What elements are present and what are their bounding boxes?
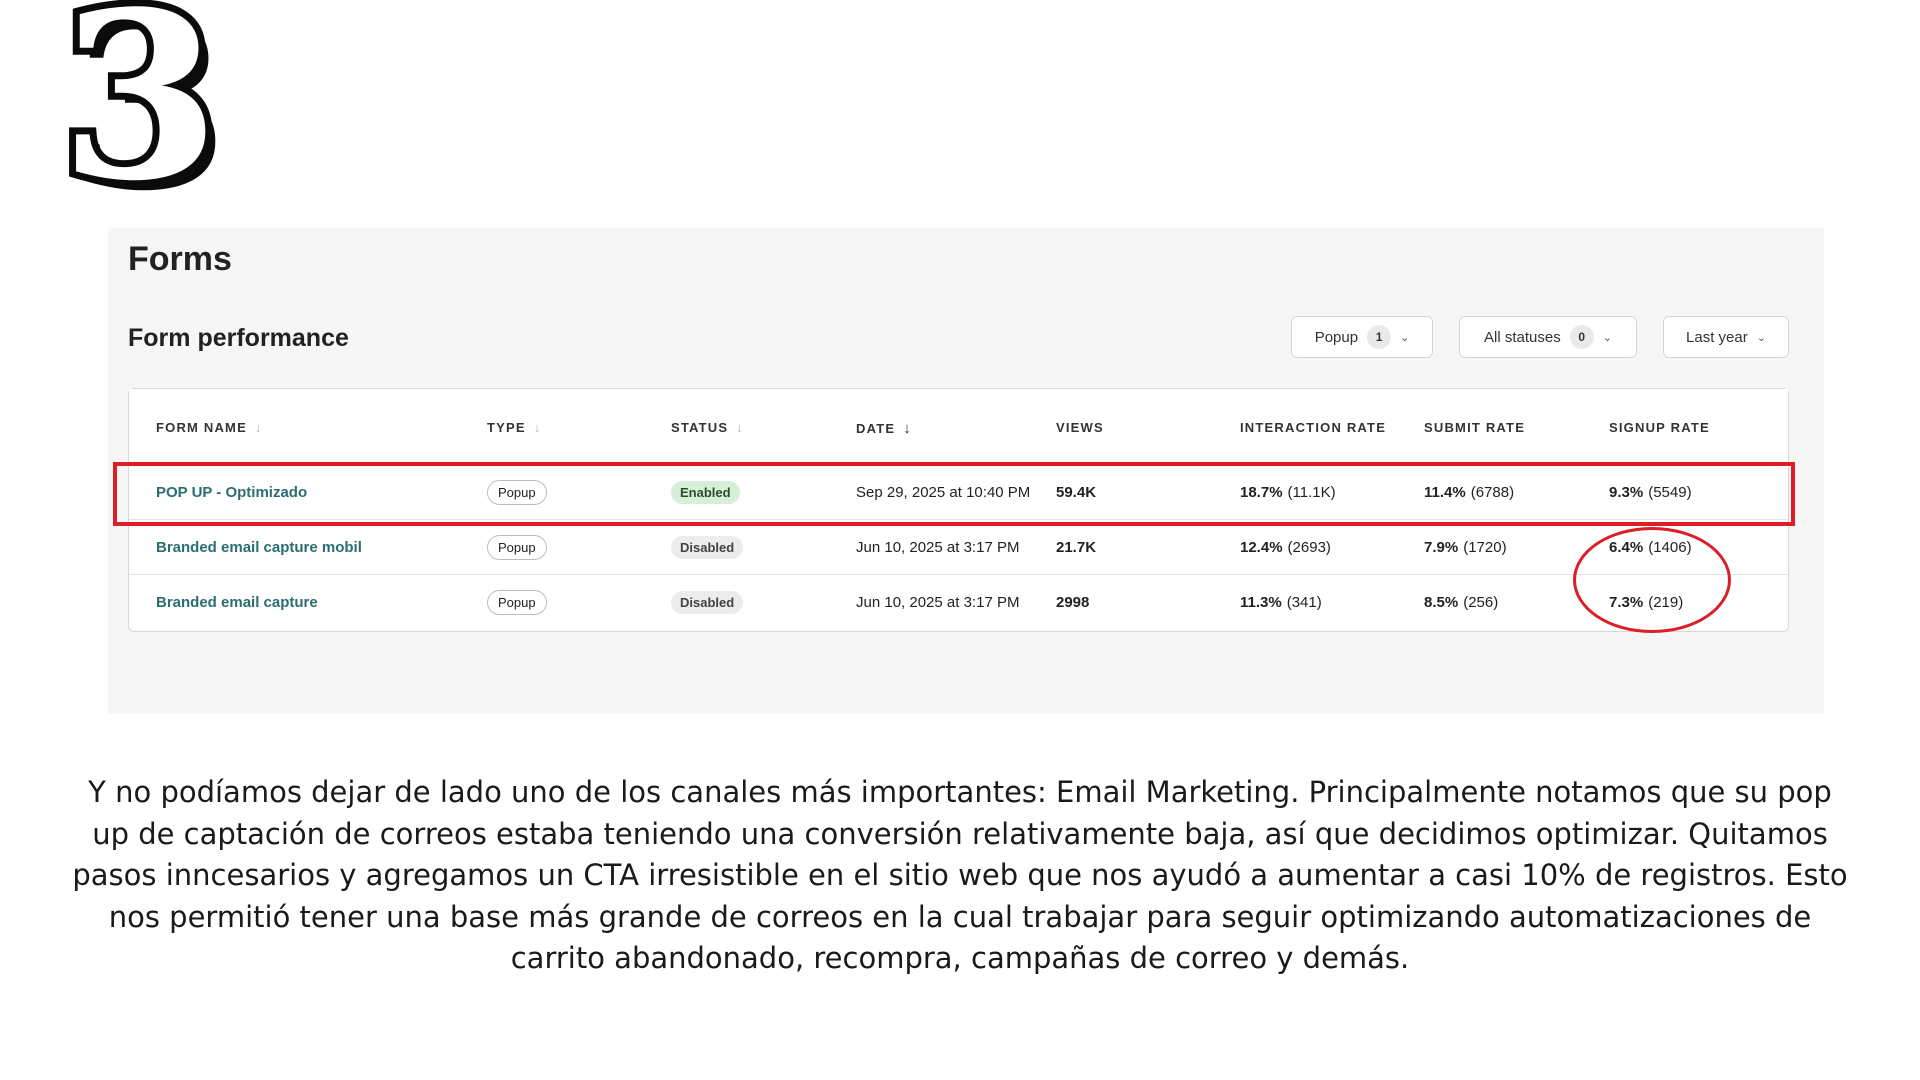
submit-rate-value: 7.9% <box>1424 538 1459 556</box>
column-header-views[interactable]: VIEWS <box>1056 420 1104 435</box>
chevron-down-icon: ⌄ <box>1400 331 1410 344</box>
arrow-down-icon: ↓ <box>533 420 541 435</box>
table-header: FORM NAME ↓ TYPE ↓ STATUS ↓ DATE ↓ VIEWS INT… <box>129 389 1788 465</box>
type-pill: Popup <box>487 534 547 560</box>
views-value: 21.7K <box>1056 538 1097 556</box>
table-row[interactable]: Branded email capture Popup Disabled Jun… <box>129 575 1788 629</box>
highlight-box-annotation <box>113 462 1795 526</box>
filter-count-badge: 0 <box>1569 325 1594 349</box>
date-cell: Jun 10, 2025 at 3:17 PM <box>856 593 1020 611</box>
column-header-type[interactable]: TYPE ↓ <box>487 420 540 435</box>
status-badge: Disabled <box>671 590 744 614</box>
arrow-down-icon: ↓ <box>903 420 911 437</box>
arrow-down-icon: ↓ <box>254 420 262 435</box>
interaction-count: (341) <box>1286 593 1322 611</box>
column-header-status[interactable]: STATUS ↓ <box>671 420 743 435</box>
page-title: Forms <box>128 240 232 278</box>
column-header-date[interactable]: DATE ↓ <box>856 420 911 437</box>
form-name-link[interactable]: Branded email capture mobil <box>156 520 362 574</box>
filter-type-dropdown[interactable]: Popup 1 ⌄ <box>1291 316 1433 358</box>
interaction-rate-value: 11.3% <box>1240 593 1282 611</box>
filter-date-range-dropdown[interactable]: Last year ⌄ <box>1663 316 1789 358</box>
submit-rate-value: 8.5% <box>1424 593 1459 611</box>
arrow-down-icon: ↓ <box>736 420 743 435</box>
filter-label: All statuses <box>1484 328 1561 346</box>
column-header-signup-rate[interactable]: SIGNUP RATE <box>1609 420 1710 435</box>
caption-text: Y no podíamos dejar de lado uno de los c… <box>72 775 1848 975</box>
table-row[interactable]: Branded email capture mobil Popup Disabl… <box>129 520 1788 575</box>
type-pill: Popup <box>487 589 547 615</box>
interaction-rate-value: 12.4% <box>1240 538 1283 556</box>
filter-label: Last year <box>1686 328 1748 346</box>
section-title: Form performance <box>128 324 349 352</box>
column-header-submit-rate[interactable]: SUBMIT RATE <box>1424 420 1525 435</box>
chevron-down-icon: ⌄ <box>1602 331 1612 344</box>
interaction-count: (2693) <box>1287 538 1331 556</box>
column-header-interaction-rate[interactable]: INTERACTION RATE <box>1240 420 1386 435</box>
filter-label: Popup <box>1314 328 1359 346</box>
status-badge: Disabled <box>671 535 744 559</box>
date-cell: Jun 10, 2025 at 3:17 PM <box>856 538 1020 556</box>
step-number: 3 <box>53 0 227 232</box>
form-name-link[interactable]: Branded email capture <box>156 575 318 629</box>
submit-count: (1720) <box>1463 538 1507 556</box>
filter-status-dropdown[interactable]: All statuses 0 ⌄ <box>1459 316 1637 358</box>
views-value: 2998 <box>1056 593 1090 611</box>
highlight-circle-annotation <box>1573 527 1731 633</box>
filter-count-badge: 1 <box>1367 325 1392 349</box>
submit-count: (256) <box>1463 593 1499 611</box>
chevron-down-icon: ⌄ <box>1756 331 1766 344</box>
column-header-form-name[interactable]: FORM NAME ↓ <box>156 420 261 435</box>
